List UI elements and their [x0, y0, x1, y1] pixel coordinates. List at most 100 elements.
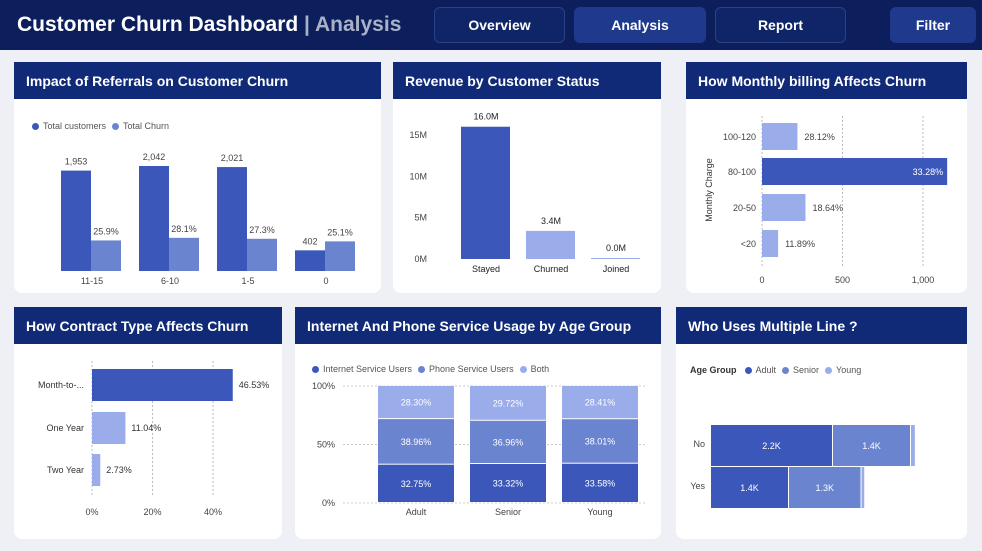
- y-tick-label: One Year: [46, 423, 84, 433]
- revenue-bar: [461, 126, 510, 259]
- billing-chart: 0 500 1,000 Monthly Charge 100-120 28.12% 80-1…: [704, 116, 948, 285]
- legend-dot: [744, 366, 752, 374]
- tick-label: 6-10: [161, 276, 179, 286]
- contract-bar: [92, 454, 101, 486]
- contract-bar: [92, 369, 233, 401]
- legend-dot: [519, 365, 527, 373]
- dashboard-title: Customer Churn Dashboard | Analysis: [17, 13, 401, 37]
- data-label: 27.3%: [249, 225, 275, 235]
- y-tick-label: 100-120: [723, 132, 756, 142]
- y-tick-label: 80-100: [728, 167, 756, 177]
- x-tick-label: 40%: [204, 507, 222, 517]
- y-tick-label: 0%: [322, 498, 335, 508]
- data-label: 11.04%: [131, 423, 161, 433]
- bar-total-customers: [139, 166, 169, 271]
- data-label: 2.2K: [762, 441, 781, 451]
- data-label: 46.53%: [239, 380, 270, 390]
- title-separator: |: [304, 13, 310, 36]
- data-label: 28.1%: [171, 224, 197, 234]
- legend-dot: [418, 365, 426, 373]
- x-tick-label: Adult: [406, 507, 427, 517]
- revenue-bar: [526, 230, 575, 259]
- data-label: 16.0M: [473, 112, 498, 122]
- legend-dot: [825, 366, 833, 374]
- data-label: 11.89%: [785, 239, 815, 249]
- overview-button[interactable]: Overview: [434, 7, 565, 43]
- legend-label: Total Churn: [123, 121, 170, 131]
- data-label: 25.9%: [93, 226, 119, 236]
- x-tick-label: Joined: [603, 264, 630, 274]
- data-label: 2,021: [221, 153, 244, 163]
- x-tick-label: 0: [759, 275, 764, 285]
- bar-total-churn: [325, 241, 355, 271]
- bar-total-churn: [247, 238, 277, 271]
- y-tick-label: 50%: [317, 440, 335, 450]
- usage-chart: 0% 50% 100% 32.75% 38.96% 28.30% Adult 33.32% 36…: [312, 381, 645, 517]
- data-label: 3.4M: [541, 216, 561, 226]
- usage-legend: Internet Service Users Phone Service Use…: [312, 364, 551, 374]
- y-tick-label: 15M: [409, 130, 427, 140]
- legend-label: Both: [530, 364, 550, 374]
- data-label: 25.1%: [327, 227, 353, 237]
- x-tick-label: Young: [587, 507, 612, 517]
- multiline-chart: No 2.2K 1.4K Yes 1.4K 1.3K: [690, 425, 915, 508]
- data-label: 1.4K: [740, 483, 759, 493]
- data-label: 38.96%: [401, 437, 432, 447]
- title-main: Customer Churn Dashboard: [17, 13, 299, 36]
- legend-label: Young: [836, 365, 862, 375]
- bar-total-churn: [169, 237, 199, 271]
- data-label: 18.64%: [812, 203, 843, 213]
- y-tick-label: 0M: [414, 254, 427, 264]
- multiline-title: Who Uses Multiple Line ?: [676, 307, 967, 344]
- data-label: 29.72%: [493, 398, 524, 408]
- data-label: 33.28%: [913, 167, 944, 177]
- revenue-bar: [591, 258, 640, 259]
- legend-dot: [782, 366, 790, 374]
- contract-chart: 0% 20% 40% Month-to-... 46.53% One Year 11.04%…: [38, 361, 270, 517]
- legend-dot: [112, 122, 120, 130]
- multiline-bar-segment: [861, 467, 865, 508]
- multiline-bar-segment: [911, 425, 915, 466]
- x-tick-label: Churned: [534, 264, 569, 274]
- multiline-legend: Age Group Adult Senior Young: [690, 365, 863, 375]
- data-label: 33.32%: [493, 479, 524, 489]
- legend-dot: [312, 365, 319, 373]
- data-label: 32.75%: [401, 479, 432, 489]
- tick-label: 1-5: [241, 276, 254, 286]
- data-label: 33.58%: [585, 478, 616, 488]
- y-tick-label: Yes: [690, 481, 705, 491]
- data-label: 28.12%: [804, 132, 835, 142]
- data-label: 2.73%: [106, 465, 132, 475]
- contract-bar: [92, 412, 126, 444]
- legend-label: Internet Service Users: [323, 364, 413, 374]
- tick-label: 11-15: [81, 276, 103, 286]
- data-label: 0.0M: [606, 243, 626, 253]
- analysis-button[interactable]: Analysis: [574, 7, 706, 43]
- filter-button[interactable]: Filter: [890, 7, 976, 43]
- y-axis-title: Monthly Charge: [704, 158, 714, 222]
- top-bar: Customer Churn Dashboard | Analysis Over…: [0, 0, 982, 50]
- x-tick-label: Senior: [495, 507, 521, 517]
- contract-title: How Contract Type Affects Churn: [14, 307, 282, 344]
- bar-total-customers: [61, 170, 91, 271]
- y-tick-label: 20-50: [733, 203, 756, 213]
- legend-label: Adult: [755, 365, 777, 375]
- billing-bar: [762, 123, 798, 150]
- data-label: 1.3K: [815, 483, 834, 493]
- y-tick-label: No: [693, 439, 705, 449]
- billing-title: How Monthly billing Affects Churn: [686, 62, 967, 99]
- x-tick-label: 20%: [143, 507, 161, 517]
- legend-label: Phone Service Users: [429, 364, 514, 374]
- bar-total-customers: [295, 250, 325, 271]
- x-tick-label: 1,000: [912, 275, 935, 285]
- data-label: 402: [302, 236, 317, 246]
- bar-total-customers: [217, 167, 247, 271]
- y-tick-label: <20: [741, 239, 756, 249]
- data-label: 28.30%: [401, 398, 432, 408]
- data-label: 1,953: [65, 157, 88, 167]
- title-subtitle: Analysis: [315, 13, 402, 36]
- report-button[interactable]: Report: [715, 7, 846, 43]
- y-tick-label: Two Year: [47, 465, 84, 475]
- usage-title: Internet And Phone Service Usage by Age …: [295, 307, 661, 344]
- legend-title: Age Group: [690, 365, 737, 375]
